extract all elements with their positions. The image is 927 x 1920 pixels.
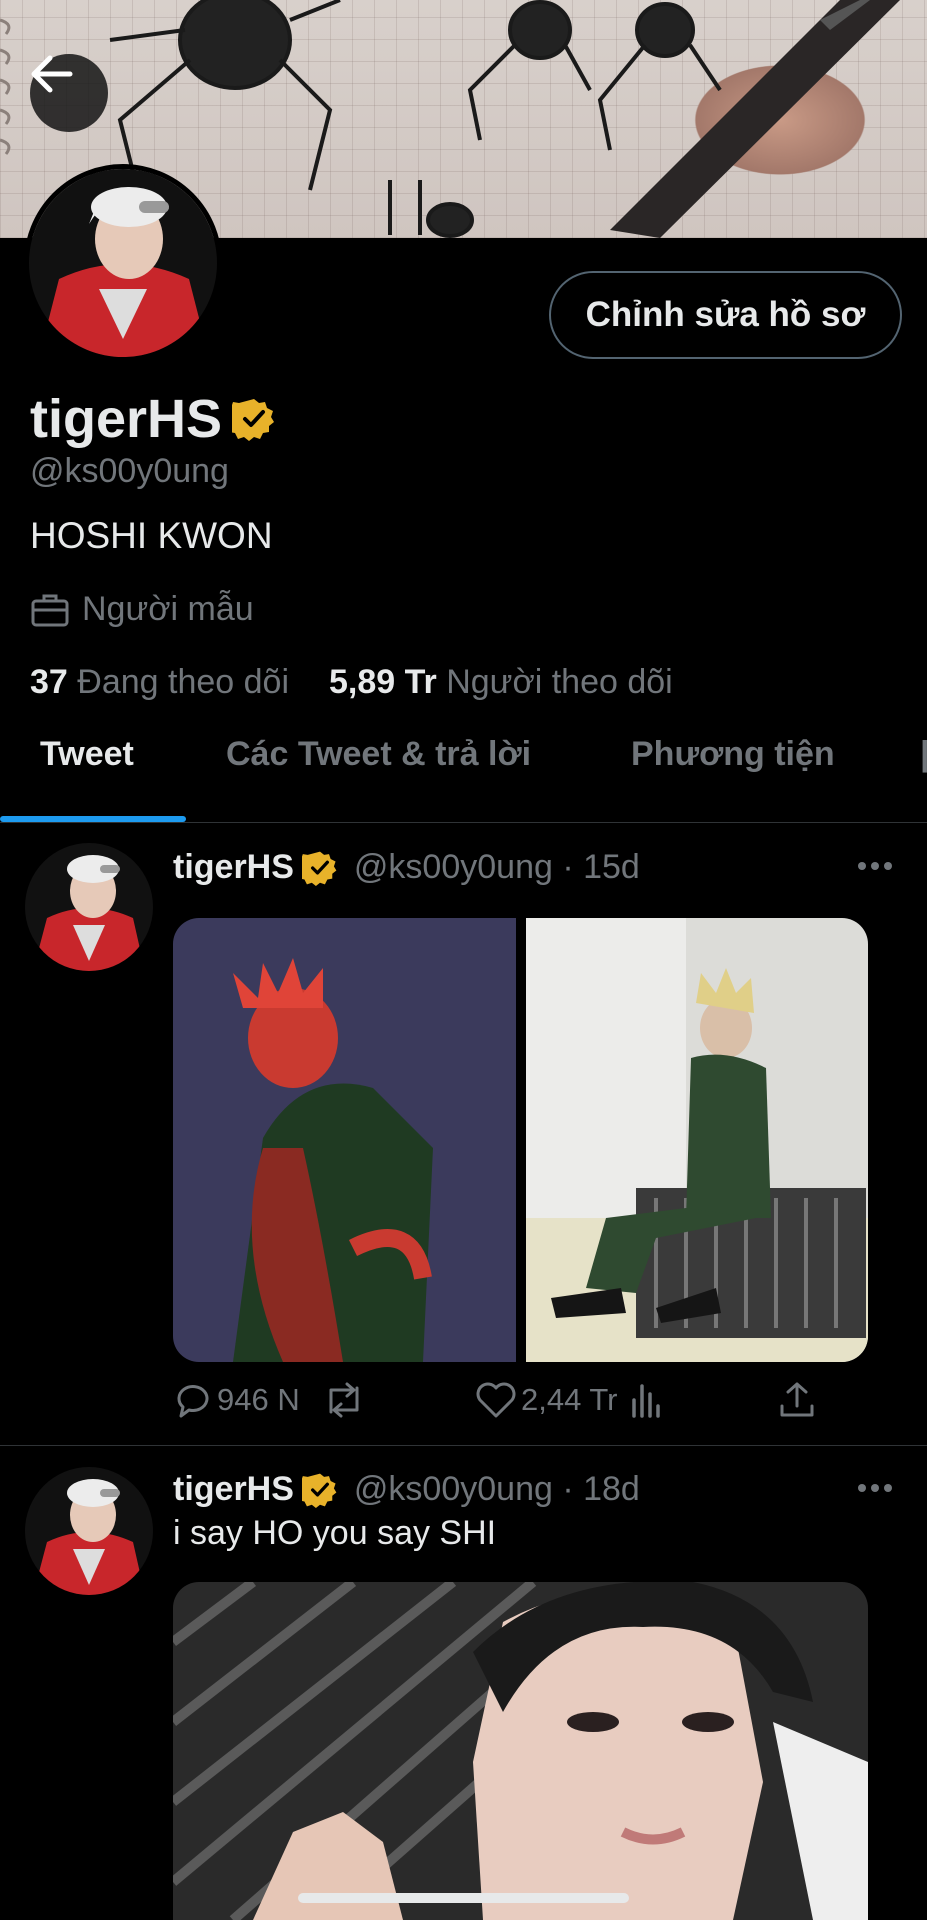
tab-tweets[interactable]: Tweet	[40, 735, 134, 774]
home-indicator[interactable]	[298, 1893, 629, 1903]
reply-count: 946 N	[217, 1382, 300, 1417]
tweet-photo-2[interactable]	[526, 918, 868, 1362]
verified-badge-icon	[301, 851, 337, 886]
share-button[interactable]	[777, 1380, 817, 1420]
views-button[interactable]	[629, 1380, 665, 1420]
profile-profession: Người mẫu	[30, 590, 254, 629]
tweet-text: i say HO you say SHI	[173, 1514, 497, 1552]
reply-button[interactable]: 946 N	[173, 1380, 300, 1420]
tab-tweets-replies[interactable]: Các Tweet & trả lời	[226, 735, 531, 774]
retweet-icon	[329, 1382, 359, 1418]
tweet-photo-1[interactable]	[173, 918, 516, 1362]
edit-profile-button[interactable]: Chỉnh sửa hồ sơ	[549, 271, 902, 359]
tweet-author-name[interactable]: tigerHS	[173, 848, 294, 887]
briefcase-icon	[31, 594, 69, 626]
tweet-media[interactable]	[173, 1582, 868, 1920]
tweet-header: tigerHS @ks00y0ung · 18d	[173, 1470, 640, 1509]
profession-text: Người mẫu	[82, 590, 254, 628]
profile-stats: 37 Đang theo dõi 5,89 Tr Người theo dõi	[30, 663, 673, 702]
following-count: 37	[30, 663, 68, 701]
following-label: Đang theo dõi	[77, 663, 290, 701]
tweet-author-name[interactable]: tigerHS	[173, 1470, 294, 1509]
tab-media[interactable]: Phương tiện	[631, 735, 835, 774]
profile-display-name: tigerHS	[30, 388, 276, 450]
more-icon[interactable]	[858, 862, 892, 872]
tweet-actions: 946 N 2,44 Tr	[173, 1380, 873, 1430]
like-count: 2,44 Tr	[521, 1382, 618, 1417]
followers-stat[interactable]: 5,89 Tr Người theo dõi	[329, 663, 673, 702]
display-name-text: tigerHS	[30, 389, 223, 449]
tab-overflow[interactable]: |	[920, 735, 927, 774]
tweet-header: tigerHS @ks00y0ung · 15d	[173, 848, 640, 887]
tweet-photo-1[interactable]	[173, 1582, 868, 1920]
profile-avatar[interactable]	[24, 164, 222, 362]
tweet-media[interactable]	[173, 918, 868, 1362]
tweet-avatar[interactable]	[25, 843, 153, 971]
profile-tabs: Tweet Các Tweet & trả lời Phương tiện |	[0, 735, 927, 825]
more-icon[interactable]	[858, 1484, 892, 1494]
profile-bio: HOSHI KWON	[30, 515, 273, 556]
tweet-avatar[interactable]	[25, 1467, 153, 1595]
verified-badge-icon	[301, 1473, 337, 1508]
share-icon	[780, 1382, 814, 1417]
like-button[interactable]: 2,44 Tr	[475, 1380, 618, 1420]
verified-badge-icon	[232, 399, 275, 441]
like-icon	[476, 1382, 516, 1418]
followers-label: Người theo dõi	[446, 663, 673, 701]
profile-handle: @ks00y0ung	[30, 452, 229, 490]
followers-count: 5,89 Tr	[329, 663, 437, 701]
retweet-button[interactable]	[321, 1380, 371, 1420]
views-icon	[632, 1384, 660, 1418]
tweet-divider	[0, 1445, 927, 1446]
tweet-handle-time: @ks00y0ung · 18d	[353, 1470, 640, 1508]
back-arrow-icon	[31, 55, 73, 93]
reply-icon	[177, 1385, 209, 1418]
back-button[interactable]	[30, 54, 108, 132]
tab-divider	[0, 822, 927, 823]
following-stat[interactable]: 37 Đang theo dõi	[30, 663, 289, 702]
tweet-handle-time: @ks00y0ung · 15d	[353, 848, 640, 886]
